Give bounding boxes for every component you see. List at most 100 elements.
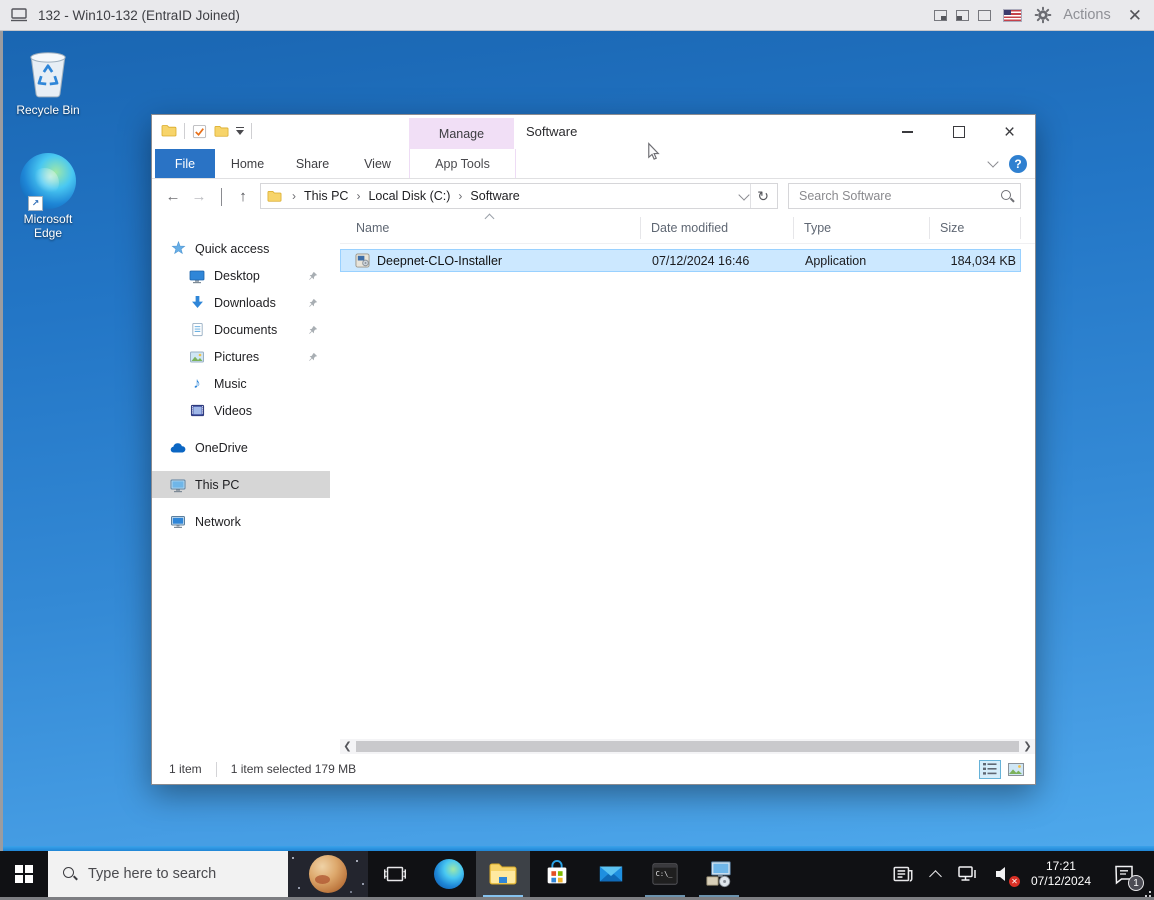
maximize-button[interactable] — [933, 115, 984, 149]
scroll-left-icon[interactable]: ❮ — [340, 739, 355, 754]
keyboard-layout-flag-icon[interactable] — [1004, 10, 1021, 21]
tab-app-tools[interactable]: App Tools — [409, 149, 516, 178]
scroll-right-icon[interactable]: ❯ — [1020, 739, 1035, 754]
taskbar-clock[interactable]: 17:21 07/12/2024 — [1022, 859, 1100, 889]
large-icons-view-button[interactable] — [1005, 760, 1027, 779]
explorer-titlebar[interactable]: Manage Software — [152, 115, 1035, 149]
clock-date: 07/12/2024 — [1031, 874, 1091, 889]
column-header-date-modified[interactable]: Date modified — [641, 217, 794, 239]
sort-ascending-icon — [486, 213, 494, 219]
recent-locations-chevron-icon[interactable] — [212, 188, 230, 205]
sidebar-item-quick-access[interactable]: Quick access — [152, 235, 330, 262]
action-center-button[interactable]: 1 — [1100, 851, 1148, 897]
file-row-selected[interactable]: Deepnet-CLO-Installer 07/12/2024 16:46 A… — [340, 249, 1021, 272]
toolbar-separator — [251, 123, 252, 139]
column-header-type[interactable]: Type — [794, 217, 930, 239]
selection-summary: 1 item selected 179 MB — [217, 762, 370, 776]
windows-logo-icon — [15, 865, 33, 883]
sidebar-item-label: Desktop — [214, 269, 260, 283]
taskbar-search-input[interactable] — [86, 865, 288, 883]
new-folder-button[interactable] — [214, 124, 229, 139]
taskbar-mail-button[interactable] — [584, 851, 638, 897]
back-icon[interactable]: ← — [160, 188, 186, 205]
start-button[interactable] — [0, 851, 48, 897]
tab-view[interactable]: View — [345, 149, 410, 178]
news-widget-icon[interactable] — [883, 851, 923, 897]
sidebar-item-network[interactable]: Network — [152, 508, 330, 535]
taskbar-search-box[interactable] — [48, 851, 368, 897]
minimize-button[interactable] — [882, 115, 933, 149]
breadcrumb-this-pc[interactable]: This PC — [302, 189, 350, 203]
sidebar-item-pictures[interactable]: Pictures — [152, 343, 330, 370]
sidebar-item-videos[interactable]: Videos — [152, 397, 330, 424]
pin-icon — [308, 271, 318, 281]
taskbar-edge-button[interactable] — [422, 851, 476, 897]
collapse-ribbon-chevron-icon[interactable] — [987, 156, 998, 167]
clock-time: 17:21 — [1031, 859, 1091, 874]
up-icon[interactable]: ↑ — [230, 188, 256, 205]
recycle-bin-icon — [10, 46, 86, 100]
sidebar-item-desktop[interactable]: Desktop — [152, 262, 330, 289]
desktop-icon-recycle-bin[interactable]: Recycle Bin — [10, 46, 86, 117]
tab-home[interactable]: Home — [215, 149, 280, 178]
taskbar-file-explorer-button[interactable] — [476, 851, 530, 897]
shortcut-arrow-icon — [28, 196, 43, 211]
vm-close-icon[interactable]: ✕ — [1128, 7, 1142, 24]
task-view-button[interactable] — [368, 851, 422, 897]
volume-muted-icon[interactable]: ✕ — [986, 851, 1022, 897]
breadcrumb-local-disk-c[interactable]: Local Disk (C:) — [366, 189, 452, 203]
quick-access-toolbar — [161, 123, 252, 139]
contextual-tab-group-manage[interactable]: Manage — [409, 118, 514, 149]
gear-icon[interactable] — [1034, 6, 1052, 24]
sidebar-item-music[interactable]: ♪ Music — [152, 370, 330, 397]
tab-file[interactable]: File — [155, 149, 215, 178]
address-dropdown-chevron-icon[interactable] — [739, 189, 750, 200]
sidebar-item-label: Documents — [214, 323, 277, 337]
scrollbar-thumb[interactable] — [356, 741, 1019, 752]
details-view-button[interactable] — [979, 760, 1001, 779]
hidden-icons-chevron-icon[interactable] — [923, 851, 948, 897]
desktop[interactable]: Recycle Bin Microsoft Edge — [0, 31, 1154, 851]
sidebar-item-this-pc[interactable]: This PC — [152, 471, 330, 498]
taskbar-installer-button[interactable] — [692, 851, 746, 897]
taskbar-store-button[interactable] — [530, 851, 584, 897]
file-list[interactable]: Name Date modified Type Size Deepnet-CLO… — [340, 213, 1035, 754]
forward-icon[interactable]: → — [186, 188, 212, 205]
mute-badge: ✕ — [1009, 876, 1020, 887]
sidebar-item-onedrive[interactable]: OneDrive — [152, 434, 330, 461]
horizontal-scrollbar[interactable]: ❮ ❯ — [340, 739, 1035, 754]
search-box[interactable] — [788, 183, 1021, 209]
tab-share[interactable]: Share — [280, 149, 345, 178]
address-bar-row: ← → ↑ › This PC › Local Disk (C:) › Soft… — [152, 179, 1035, 213]
search-icon[interactable] — [1000, 189, 1014, 203]
desktop-icon-microsoft-edge[interactable]: Microsoft Edge — [10, 153, 86, 240]
column-header-size[interactable]: Size — [930, 217, 1021, 239]
refresh-icon[interactable]: ↻ — [753, 188, 773, 205]
console-resize-grip[interactable] — [1149, 891, 1151, 893]
sidebar-item-downloads[interactable]: Downloads — [152, 289, 330, 316]
sidebar-item-documents[interactable]: Documents — [152, 316, 330, 343]
breadcrumb-software[interactable]: Software — [468, 189, 521, 203]
network-tray-icon[interactable] — [948, 851, 986, 897]
search-highlight-doodle[interactable] — [288, 851, 368, 897]
desktop-icon-label: Microsoft Edge — [10, 212, 86, 240]
breadcrumb-separator: › — [350, 189, 366, 203]
close-button[interactable] — [984, 115, 1035, 149]
vm-view-mode-icon-3[interactable] — [978, 10, 991, 21]
status-bar: 1 item 1 item selected 179 MB — [152, 754, 1035, 784]
cloud-icon — [170, 440, 186, 456]
toolbar-separator — [184, 123, 185, 139]
vm-actions-button[interactable]: Actions — [1063, 7, 1111, 23]
pin-icon — [308, 298, 318, 308]
svg-text:C:\_: C:\_ — [656, 870, 674, 878]
vm-view-mode-icon-1[interactable] — [934, 10, 947, 21]
installer-app-icon — [704, 860, 734, 888]
taskbar-command-prompt-button[interactable]: C:\_ — [638, 851, 692, 897]
help-icon[interactable]: ? — [1009, 155, 1027, 173]
vm-titlebar: 132 - Win10-132 (EntraID Joined) — [0, 0, 1154, 31]
properties-button[interactable] — [192, 124, 207, 139]
vm-view-mode-icon-2[interactable] — [956, 10, 969, 21]
address-breadcrumb-bar[interactable]: › This PC › Local Disk (C:) › Software ↻ — [260, 183, 778, 209]
search-input[interactable] — [797, 188, 1000, 204]
customize-toolbar-chevron-icon[interactable] — [236, 127, 244, 135]
